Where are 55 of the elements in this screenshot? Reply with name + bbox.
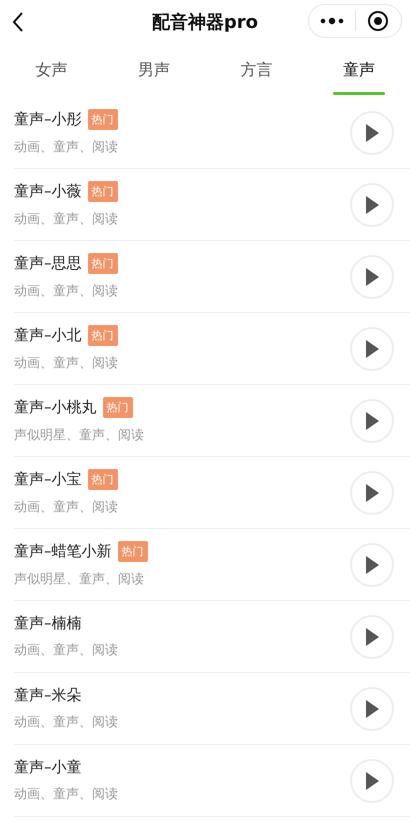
voice-tags: 动画、童声、阅读	[14, 210, 350, 228]
play-button[interactable]	[350, 254, 394, 298]
voice-tags: 动画、童声、阅读	[14, 641, 350, 659]
voice-tags: 动画、童声、阅读	[14, 785, 350, 803]
voice-name: 童声–米朵	[14, 686, 82, 705]
tab[interactable]: 方言	[205, 44, 308, 97]
close-icon[interactable]	[367, 10, 390, 32]
more-icon[interactable]	[320, 17, 344, 25]
page-title: 配音神器pro	[152, 11, 258, 34]
play-icon	[365, 412, 379, 430]
play-button[interactable]	[350, 542, 394, 586]
tab[interactable]: 童声	[308, 44, 410, 97]
play-button[interactable]	[350, 470, 394, 514]
hot-badge: 热门	[88, 469, 118, 490]
hot-badge: 热门	[102, 397, 132, 418]
play-button[interactable]	[350, 758, 394, 802]
voice-name: 童声–小童	[14, 758, 82, 777]
play-button[interactable]	[350, 686, 394, 730]
play-icon	[365, 124, 379, 142]
voice-tags: 动画、童声、阅读	[14, 498, 350, 516]
tab[interactable]: 女声	[0, 44, 102, 97]
play-button[interactable]	[350, 398, 394, 442]
voice-tags: 动画、童声、阅读	[14, 138, 350, 156]
hot-badge: 热门	[88, 181, 118, 202]
play-icon	[365, 772, 379, 790]
voice-name: 童声–小宝	[14, 470, 82, 489]
play-icon	[365, 700, 379, 718]
play-icon	[365, 556, 379, 574]
play-button[interactable]	[350, 182, 394, 226]
play-icon	[365, 196, 379, 214]
back-icon[interactable]	[12, 12, 24, 32]
voice-name: 童声–小薇	[14, 182, 82, 201]
voice-name: 童声–思思	[14, 254, 82, 273]
hot-badge: 热门	[88, 109, 118, 130]
voice-tags: 动画、童声、阅读	[14, 354, 350, 372]
voice-name: 童声–小彤	[14, 110, 82, 129]
voice-name: 童声–小桃丸	[14, 398, 96, 417]
play-icon	[365, 268, 379, 286]
voice-name: 童声–蜡笔小新	[14, 542, 112, 561]
hot-badge: 热门	[88, 325, 118, 346]
tab[interactable]: 男声	[102, 44, 205, 97]
voice-tags: 动画、童声、阅读	[14, 282, 350, 300]
voice-tags: 声似明星、童声、阅读	[14, 426, 350, 444]
voice-tags: 动画、童声、阅读	[14, 713, 350, 731]
voice-name: 童声–楠楠	[14, 614, 82, 633]
voice-name: 童声–小北	[14, 326, 82, 345]
play-icon	[365, 628, 379, 646]
play-button[interactable]	[350, 326, 394, 370]
play-button[interactable]	[350, 614, 394, 658]
voice-tags: 声似明星、童声、阅读	[14, 570, 350, 588]
play-icon	[365, 340, 379, 358]
hot-badge: 热门	[88, 253, 118, 274]
hot-badge: 热门	[118, 541, 148, 562]
play-icon	[365, 484, 379, 502]
play-button[interactable]	[350, 110, 394, 154]
